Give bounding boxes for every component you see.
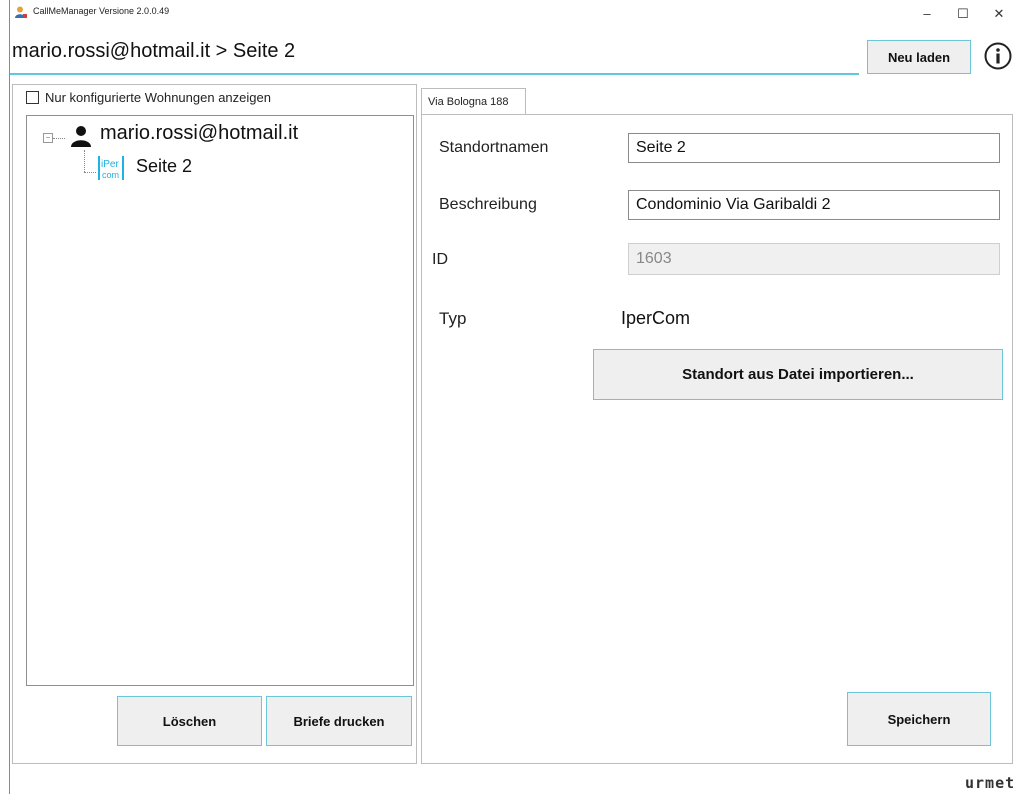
minimize-button[interactable]: – (912, 2, 942, 26)
id-field (628, 243, 1000, 275)
tree-child-label[interactable]: Seite 2 (136, 156, 192, 177)
id-label: ID (432, 251, 448, 268)
type-label: Typ (439, 309, 467, 328)
reload-button[interactable]: Neu laden (867, 40, 971, 74)
save-button[interactable]: Speichern (847, 692, 991, 746)
filter-checkbox-label: Nur konfigurierte Wohnungen anzeigen (45, 90, 271, 105)
site-tree[interactable]: − mario.rossi@hotmail.it iPer com Seite … (26, 115, 414, 686)
tree-connector (53, 138, 65, 139)
ipercom-icon: iPer com (98, 156, 124, 180)
info-icon[interactable] (983, 41, 1013, 71)
site-name-input[interactable] (628, 133, 1000, 163)
description-label: Beschreibung (439, 196, 537, 213)
collapse-icon[interactable]: − (43, 133, 53, 143)
delete-button[interactable]: Löschen (117, 696, 262, 746)
title-bar: CallMeManager Versione 2.0.0.49 – ☐ ✕ (10, 0, 1016, 30)
site-name-label: Standortnamen (439, 139, 549, 156)
tree-root-label[interactable]: mario.rossi@hotmail.it (100, 122, 298, 145)
print-letters-button[interactable]: Briefe drucken (266, 696, 412, 746)
maximize-button[interactable]: ☐ (948, 2, 978, 26)
tree-connector (84, 172, 96, 173)
breadcrumb-underline (10, 73, 859, 75)
description-input[interactable] (628, 190, 1000, 220)
filter-checkbox[interactable] (26, 91, 39, 104)
tab-site[interactable]: Via Bologna 188 (421, 88, 526, 115)
filter-checkbox-row[interactable]: Nur konfigurierte Wohnungen anzeigen (26, 90, 271, 105)
app-window: CallMeManager Versione 2.0.0.49 – ☐ ✕ ma… (9, 0, 1016, 794)
tree-connector (84, 150, 85, 172)
app-icon (15, 6, 27, 18)
window-title: CallMeManager Versione 2.0.0.49 (33, 6, 170, 16)
breadcrumb: mario.rossi@hotmail.it > Seite 2 (12, 40, 296, 62)
import-site-button[interactable]: Standort aus Datei importieren... (593, 349, 1003, 400)
svg-text:iPer: iPer (101, 159, 119, 170)
brand-logo: urmet (965, 774, 1016, 792)
user-icon (71, 126, 91, 147)
type-value: IperCom (621, 308, 691, 328)
close-button[interactable]: ✕ (984, 2, 1014, 26)
svg-text:com: com (102, 170, 119, 180)
